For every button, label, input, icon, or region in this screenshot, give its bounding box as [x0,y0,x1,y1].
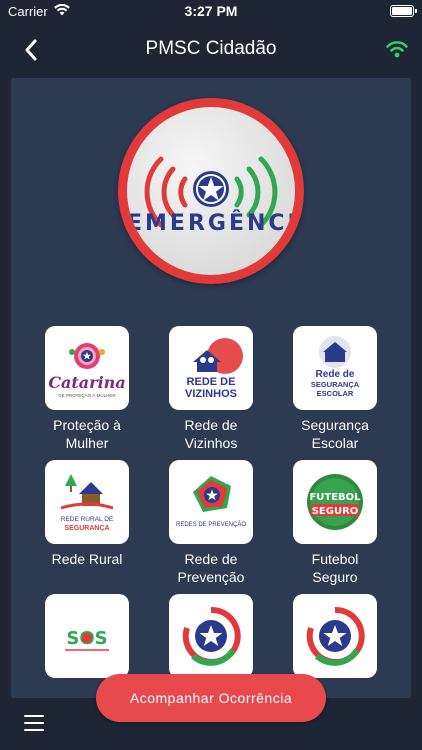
futebol-seguro-logo: FUTEBOL SEGURO [293,460,377,544]
service-protecao-mulher[interactable]: Catarina DE PROTEÇÃO À MULHER Proteção à… [25,326,149,452]
svg-text:ESCOLAR: ESCOLAR [317,389,354,398]
hamburger-menu-icon[interactable] [24,715,44,731]
svg-text:VIZINHOS: VIZINHOS [185,388,237,400]
svg-text:REDE DE: REDE DE [187,376,236,388]
rede-rural-label: Rede Rural [51,551,123,567]
protecao-mulher-logo-text: Catarina [49,373,125,392]
main-panel: EMERGÊNCIA Catarina DE PROTEÇÃO À MULH [11,78,411,698]
svg-text:SEGURANÇA: SEGURANÇA [64,525,109,532]
svg-text:SEGURO: SEGURO [312,506,359,517]
service-item-8[interactable] [149,594,273,684]
protecao-mulher-label: Proteção à Mulher [53,417,121,451]
track-occurrence-button[interactable]: Acompanhar Ocorrência [96,674,326,722]
sos-logo: SOS [45,594,129,678]
emergency-signal-icon [144,156,278,228]
service-item-9[interactable] [273,594,397,684]
page-title: PMSC Cidadão [145,38,277,59]
status-left: Carrier [8,3,70,19]
protecao-mulher-logo: Catarina DE PROTEÇÃO À MULHER [45,326,129,410]
battery-icon [390,5,417,17]
svg-text:Rede de: Rede de [316,369,355,380]
svg-text:REDES DE PREVENÇÃO: REDES DE PREVENÇÃO [176,521,246,528]
emergency-button[interactable]: EMERGÊNCIA [118,98,304,284]
service-rede-prevencao[interactable]: REDES DE PREVENÇÃO Rede de Prevenção [149,460,273,586]
rede-vizinhos-label: Rede de Vizinhos [184,417,238,451]
connection-signal-icon [384,36,410,62]
service-rede-rural[interactable]: REDE RURAL DE SEGURANÇA Rede Rural [25,460,149,568]
seguranca-escolar-logo: Rede de SEGURANÇA ESCOLAR [293,326,377,410]
svg-text:DE PROTEÇÃO À MULHER: DE PROTEÇÃO À MULHER [58,392,116,398]
wifi-icon [53,3,70,19]
rede-rural-logo: REDE RURAL DE SEGURANÇA [45,460,129,544]
service-item-9-logo [293,594,377,678]
service-rede-vizinhos[interactable]: REDE DE VIZINHOS Rede de Vizinhos [149,326,273,452]
service-sos[interactable]: SOS [25,594,149,684]
svg-text:FUTEBOL: FUTEBOL [309,492,361,503]
carrier-label: Carrier [8,3,48,19]
status-bar: Carrier 3:27 PM [0,0,422,22]
futebol-seguro-label: Futebol Seguro [311,551,359,585]
nav-bar: PMSC Cidadão [0,22,422,78]
service-futebol-seguro[interactable]: FUTEBOL SEGURO Futebol Seguro [273,460,397,586]
svg-text:SEGURANÇA: SEGURANÇA [311,380,360,389]
emergency-button-face: EMERGÊNCIA [127,107,295,275]
service-seguranca-escolar[interactable]: Rede de SEGURANÇA ESCOLAR Segurança Esco… [273,326,397,452]
rede-prevencao-logo: REDES DE PREVENÇÃO [169,460,253,544]
svg-text:REDE RURAL DE: REDE RURAL DE [61,516,114,523]
rede-prevencao-label: Rede de Prevenção [177,551,245,585]
service-item-8-logo [169,594,253,678]
emergency-label: EMERGÊNCIA [127,211,295,236]
seguranca-escolar-label: Segurança Escolar [301,417,369,451]
rede-vizinhos-logo: REDE DE VIZINHOS [169,326,253,410]
